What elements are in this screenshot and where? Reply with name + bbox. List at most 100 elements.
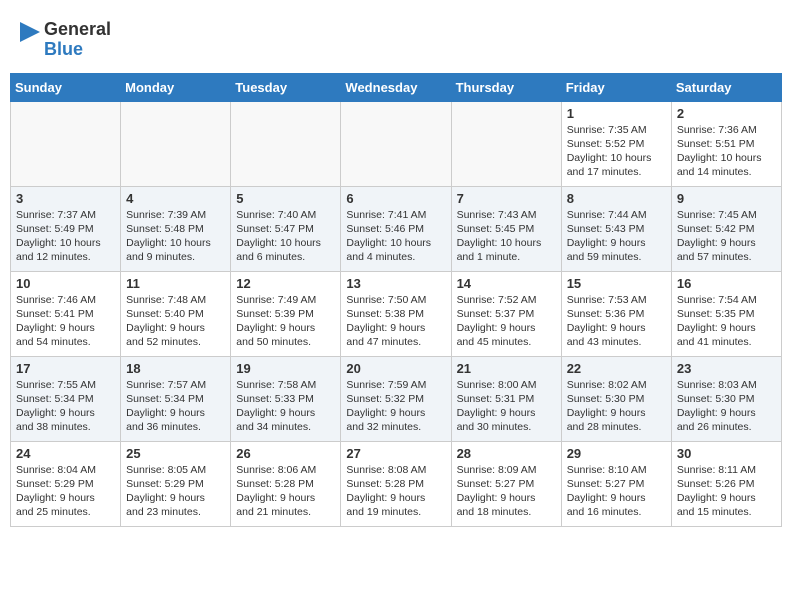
logo: General Blue <box>20 20 111 60</box>
day-info: Sunrise: 7:41 AM Sunset: 5:46 PM Dayligh… <box>346 208 445 265</box>
weekday-header-wednesday: Wednesday <box>341 73 451 101</box>
day-number: 28 <box>457 446 556 461</box>
day-number: 1 <box>567 106 666 121</box>
day-number: 17 <box>16 361 115 376</box>
day-info: Sunrise: 8:00 AM Sunset: 5:31 PM Dayligh… <box>457 378 556 435</box>
day-number: 10 <box>16 276 115 291</box>
day-number: 16 <box>677 276 776 291</box>
day-info: Sunrise: 7:43 AM Sunset: 5:45 PM Dayligh… <box>457 208 556 265</box>
day-info: Sunrise: 7:54 AM Sunset: 5:35 PM Dayligh… <box>677 293 776 350</box>
day-number: 9 <box>677 191 776 206</box>
calendar-cell: 9 Sunrise: 7:45 AM Sunset: 5:42 PM Daylig… <box>671 186 781 271</box>
calendar-cell: 10 Sunrise: 7:46 AM Sunset: 5:41 PM Dayli… <box>11 271 121 356</box>
calendar-cell: 5 Sunrise: 7:40 AM Sunset: 5:47 PM Daylig… <box>231 186 341 271</box>
calendar-table: SundayMondayTuesdayWednesdayThursdayFrid… <box>10 73 782 527</box>
calendar-cell: 28 Sunrise: 8:09 AM Sunset: 5:27 PM Dayli… <box>451 441 561 526</box>
calendar-cell: 22 Sunrise: 8:02 AM Sunset: 5:30 PM Dayli… <box>561 356 671 441</box>
day-number: 23 <box>677 361 776 376</box>
calendar-cell: 1 Sunrise: 7:35 AM Sunset: 5:52 PM Daylig… <box>561 101 671 186</box>
day-number: 12 <box>236 276 335 291</box>
day-number: 20 <box>346 361 445 376</box>
weekday-header-friday: Friday <box>561 73 671 101</box>
day-info: Sunrise: 8:05 AM Sunset: 5:29 PM Dayligh… <box>126 463 225 520</box>
logo-blue-text: Blue <box>44 40 111 60</box>
day-info: Sunrise: 7:53 AM Sunset: 5:36 PM Dayligh… <box>567 293 666 350</box>
calendar-cell <box>451 101 561 186</box>
calendar-week-row: 3 Sunrise: 7:37 AM Sunset: 5:49 PM Daylig… <box>11 186 782 271</box>
day-info: Sunrise: 7:55 AM Sunset: 5:34 PM Dayligh… <box>16 378 115 435</box>
calendar-week-row: 24Sunrise: 8:04 AM Sunset: 5:29 PM Dayli… <box>11 441 782 526</box>
day-info: Sunrise: 7:49 AM Sunset: 5:39 PM Dayligh… <box>236 293 335 350</box>
day-info: Sunrise: 7:44 AM Sunset: 5:43 PM Dayligh… <box>567 208 666 265</box>
logo-general-text: General <box>44 20 111 40</box>
day-number: 22 <box>567 361 666 376</box>
day-info: Sunrise: 8:02 AM Sunset: 5:30 PM Dayligh… <box>567 378 666 435</box>
weekday-header-tuesday: Tuesday <box>231 73 341 101</box>
calendar-cell: 17 Sunrise: 7:55 AM Sunset: 5:34 PM Dayli… <box>11 356 121 441</box>
calendar-cell: 25Sunrise: 8:05 AM Sunset: 5:29 PM Dayli… <box>121 441 231 526</box>
calendar-cell: 27 Sunrise: 8:08 AM Sunset: 5:28 PM Dayli… <box>341 441 451 526</box>
day-number: 30 <box>677 446 776 461</box>
day-info: Sunrise: 7:50 AM Sunset: 5:38 PM Dayligh… <box>346 293 445 350</box>
day-number: 7 <box>457 191 556 206</box>
day-info: Sunrise: 7:52 AM Sunset: 5:37 PM Dayligh… <box>457 293 556 350</box>
day-info: Sunrise: 8:11 AM Sunset: 5:26 PM Dayligh… <box>677 463 776 520</box>
day-info: Sunrise: 7:48 AM Sunset: 5:40 PM Dayligh… <box>126 293 225 350</box>
day-number: 5 <box>236 191 335 206</box>
day-number: 11 <box>126 276 225 291</box>
calendar-cell: 23Sunrise: 8:03 AM Sunset: 5:30 PM Dayli… <box>671 356 781 441</box>
calendar-cell: 18 Sunrise: 7:57 AM Sunset: 5:34 PM Dayli… <box>121 356 231 441</box>
day-number: 29 <box>567 446 666 461</box>
day-number: 3 <box>16 191 115 206</box>
calendar-cell: 8 Sunrise: 7:44 AM Sunset: 5:43 PM Daylig… <box>561 186 671 271</box>
day-info: Sunrise: 7:45 AM Sunset: 5:42 PM Dayligh… <box>677 208 776 265</box>
weekday-header-sunday: Sunday <box>11 73 121 101</box>
calendar-cell: 3 Sunrise: 7:37 AM Sunset: 5:49 PM Daylig… <box>11 186 121 271</box>
calendar-cell: 13 Sunrise: 7:50 AM Sunset: 5:38 PM Dayli… <box>341 271 451 356</box>
day-number: 27 <box>346 446 445 461</box>
calendar-cell: 12 Sunrise: 7:49 AM Sunset: 5:39 PM Dayli… <box>231 271 341 356</box>
calendar-cell: 4Sunrise: 7:39 AM Sunset: 5:48 PM Daylig… <box>121 186 231 271</box>
day-info: Sunrise: 8:06 AM Sunset: 5:28 PM Dayligh… <box>236 463 335 520</box>
calendar-week-row: 1 Sunrise: 7:35 AM Sunset: 5:52 PM Daylig… <box>11 101 782 186</box>
day-info: Sunrise: 7:59 AM Sunset: 5:32 PM Dayligh… <box>346 378 445 435</box>
day-number: 24 <box>16 446 115 461</box>
calendar-cell: 16 Sunrise: 7:54 AM Sunset: 5:35 PM Dayli… <box>671 271 781 356</box>
calendar-cell: 6 Sunrise: 7:41 AM Sunset: 5:46 PM Daylig… <box>341 186 451 271</box>
calendar-cell: 21 Sunrise: 8:00 AM Sunset: 5:31 PM Dayli… <box>451 356 561 441</box>
day-info: Sunrise: 7:39 AM Sunset: 5:48 PM Dayligh… <box>126 208 225 265</box>
calendar-cell: 26 Sunrise: 8:06 AM Sunset: 5:28 PM Dayli… <box>231 441 341 526</box>
calendar-cell <box>341 101 451 186</box>
weekday-header-saturday: Saturday <box>671 73 781 101</box>
day-info: Sunrise: 7:46 AM Sunset: 5:41 PM Dayligh… <box>16 293 115 350</box>
day-number: 15 <box>567 276 666 291</box>
day-number: 13 <box>346 276 445 291</box>
day-number: 6 <box>346 191 445 206</box>
day-number: 18 <box>126 361 225 376</box>
day-number: 26 <box>236 446 335 461</box>
calendar-cell <box>11 101 121 186</box>
day-number: 14 <box>457 276 556 291</box>
day-number: 8 <box>567 191 666 206</box>
calendar-cell: 29 Sunrise: 8:10 AM Sunset: 5:27 PM Dayli… <box>561 441 671 526</box>
calendar-cell: 14 Sunrise: 7:52 AM Sunset: 5:37 PM Dayli… <box>451 271 561 356</box>
logo-text: General Blue <box>44 20 111 60</box>
calendar-cell: 30 Sunrise: 8:11 AM Sunset: 5:26 PM Dayli… <box>671 441 781 526</box>
day-info: Sunrise: 8:08 AM Sunset: 5:28 PM Dayligh… <box>346 463 445 520</box>
calendar-week-row: 10 Sunrise: 7:46 AM Sunset: 5:41 PM Dayli… <box>11 271 782 356</box>
weekday-header-monday: Monday <box>121 73 231 101</box>
day-info: Sunrise: 7:57 AM Sunset: 5:34 PM Dayligh… <box>126 378 225 435</box>
calendar-header-row: SundayMondayTuesdayWednesdayThursdayFrid… <box>11 73 782 101</box>
day-info: Sunrise: 7:36 AM Sunset: 5:51 PM Dayligh… <box>677 123 776 180</box>
day-info: Sunrise: 7:35 AM Sunset: 5:52 PM Dayligh… <box>567 123 666 180</box>
day-info: Sunrise: 8:10 AM Sunset: 5:27 PM Dayligh… <box>567 463 666 520</box>
day-info: Sunrise: 7:37 AM Sunset: 5:49 PM Dayligh… <box>16 208 115 265</box>
calendar-cell: 24Sunrise: 8:04 AM Sunset: 5:29 PM Dayli… <box>11 441 121 526</box>
day-number: 21 <box>457 361 556 376</box>
day-info: Sunrise: 7:40 AM Sunset: 5:47 PM Dayligh… <box>236 208 335 265</box>
page-header: General Blue <box>10 10 782 65</box>
day-info: Sunrise: 8:09 AM Sunset: 5:27 PM Dayligh… <box>457 463 556 520</box>
calendar-cell: 11 Sunrise: 7:48 AM Sunset: 5:40 PM Dayli… <box>121 271 231 356</box>
day-number: 19 <box>236 361 335 376</box>
calendar-cell: 2Sunrise: 7:36 AM Sunset: 5:51 PM Daylig… <box>671 101 781 186</box>
